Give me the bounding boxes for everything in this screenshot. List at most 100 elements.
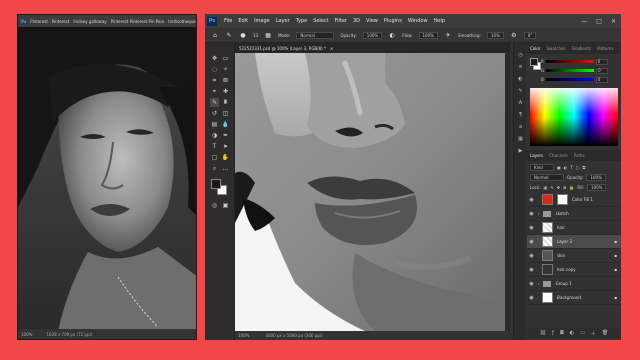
red-slider[interactable] <box>545 60 594 63</box>
home-icon[interactable]: ⌂ <box>211 31 219 39</box>
smoothing-field[interactable]: 10% <box>486 31 504 39</box>
menu-help[interactable]: Help <box>431 18 448 24</box>
layer-row-color-fill[interactable]: ◉ Color Fill 1 <box>527 193 621 207</box>
lock-pixels-icon[interactable]: ✎ <box>550 185 553 190</box>
filter-type-icon[interactable]: T <box>570 165 572 170</box>
layer-name[interactable]: hair copy <box>557 267 576 272</box>
menu-select[interactable]: Select <box>310 18 331 24</box>
layer-opacity-field[interactable]: 100% <box>586 173 606 181</box>
visibility-eye-icon[interactable]: ◉ <box>527 253 536 259</box>
reference-tab[interactable]: Pinterest · Pinterest <box>30 19 69 24</box>
dodge-tool-icon[interactable]: ◑ <box>210 131 219 140</box>
menu-plugins[interactable]: Plugins <box>381 18 405 24</box>
lock-transparency-icon[interactable]: ▦ <box>543 185 547 190</box>
quick-mask-icon[interactable]: ◎ <box>210 201 219 210</box>
lasso-tool-icon[interactable]: ◌ <box>210 65 219 74</box>
foreground-color-swatch[interactable] <box>211 179 221 189</box>
artboard-tool-icon[interactable]: ▭ <box>221 54 230 63</box>
layer-name[interactable]: Background <box>557 295 581 300</box>
new-layer-icon[interactable]: ＋ <box>591 330 596 337</box>
brush-settings-icon[interactable]: ▦ <box>264 31 272 39</box>
pen-tool-icon[interactable]: ✒ <box>221 131 230 140</box>
reference-tab[interactable]: Pinterest Pinterest Pin Poin <box>111 19 165 24</box>
color-fg-swatch[interactable] <box>530 58 538 66</box>
tab-channels[interactable]: Channels <box>549 153 568 158</box>
actions-panel-icon[interactable]: ▶ <box>517 147 524 154</box>
mode-select[interactable]: Normal <box>296 31 335 39</box>
tab-gradients[interactable]: Gradients <box>572 46 592 51</box>
eraser-icon[interactable]: ◫ <box>221 109 230 118</box>
smoothing-settings-icon[interactable]: ⚙ <box>510 31 518 39</box>
history-brush-icon[interactable]: ↺ <box>210 109 219 118</box>
close-button[interactable]: ✕ <box>611 18 616 25</box>
link-layers-icon[interactable]: ⛓ <box>540 330 546 336</box>
layer-name[interactable]: hair <box>557 225 565 230</box>
crop-tool-icon[interactable]: ⌗ <box>210 76 219 85</box>
lock-all-icon[interactable]: 🔒 <box>569 185 574 190</box>
frame-tool-icon[interactable]: ⊠ <box>221 76 230 85</box>
menu-view[interactable]: View <box>363 18 381 24</box>
angle-field[interactable]: 0° <box>523 31 537 39</box>
menu-type[interactable]: Type <box>293 18 310 24</box>
lock-artboard-icon[interactable]: ⊠ <box>563 185 566 190</box>
minimize-button[interactable]: — <box>581 18 587 25</box>
brush-tool-icon[interactable]: ✎ <box>210 98 219 107</box>
layer-row-skin[interactable]: ◉ skin ▪ <box>527 249 621 263</box>
visibility-eye-icon[interactable]: ◉ <box>527 281 536 287</box>
layer-style-icon[interactable]: ƒ <box>552 330 554 336</box>
canvas[interactable] <box>235 53 505 331</box>
document-tab[interactable]: 522522331.psd @ 100% (Layer 3, RGB/8) * … <box>235 43 510 53</box>
layer-name[interactable]: Color Fill 1 <box>572 197 593 202</box>
move-tool-icon[interactable]: ✥ <box>210 54 219 63</box>
visibility-eye-icon[interactable]: ◉ <box>527 267 536 273</box>
visibility-eye-icon[interactable]: ◉ <box>527 225 536 231</box>
visibility-eye-icon[interactable]: ◉ <box>527 239 536 245</box>
layer-name[interactable]: sketch <box>556 211 569 216</box>
menu-edit[interactable]: Edit <box>235 18 251 24</box>
add-mask-icon[interactable]: ◘ <box>560 330 564 336</box>
adjustments-panel-icon[interactable]: ◐ <box>517 75 524 82</box>
layer-row-hair[interactable]: ◉ hair <box>527 221 621 235</box>
rectangle-tool-icon[interactable]: ▢ <box>210 153 219 162</box>
tab-patterns[interactable]: Patterns <box>597 46 613 51</box>
history-panel-icon[interactable]: ◷ <box>517 51 524 58</box>
layer-name[interactable]: Group 1 <box>556 281 572 286</box>
color-spectrum[interactable] <box>530 88 618 146</box>
layer-name[interactable]: Layer 3 <box>557 239 572 244</box>
flow-field[interactable]: 100% <box>418 31 438 39</box>
pressure-opacity-icon[interactable]: ◐ <box>388 31 396 39</box>
type-tool-icon[interactable]: T <box>210 142 219 151</box>
layer-row-background[interactable]: ◉ Background ▪ <box>527 291 621 305</box>
tab-swatches[interactable]: Swatches <box>546 46 565 51</box>
blend-mode-select[interactable]: Normal <box>530 173 564 181</box>
more-tools-icon[interactable]: … <box>221 164 230 173</box>
chevron-right-icon[interactable]: › <box>538 211 540 216</box>
hand-tool-icon[interactable]: ✋ <box>221 153 230 162</box>
visibility-eye-icon[interactable]: ◉ <box>527 295 536 301</box>
green-value[interactable]: 0 <box>596 67 609 74</box>
menu-3d[interactable]: 3D <box>350 18 363 24</box>
menu-image[interactable]: Image <box>251 18 273 24</box>
blue-value[interactable]: 0 <box>595 76 608 83</box>
blur-tool-icon[interactable]: 💧 <box>221 120 230 129</box>
menu-window[interactable]: Window <box>405 18 431 24</box>
green-slider[interactable] <box>546 69 595 72</box>
filter-pixel-icon[interactable]: ▣ <box>557 165 561 170</box>
opacity-field[interactable]: 100% <box>362 31 383 39</box>
menu-layer[interactable]: Layer <box>273 18 293 24</box>
gradient-tool-icon[interactable]: ▤ <box>210 120 219 129</box>
visibility-eye-icon[interactable]: ◉ <box>527 211 536 217</box>
filter-shape-icon[interactable]: ▢ <box>576 165 580 170</box>
filter-adjustment-icon[interactable]: ◐ <box>564 165 568 170</box>
brushes-panel-icon[interactable]: ✎ <box>517 87 524 94</box>
reference-tab[interactable]: lindsey galloway <box>73 19 106 24</box>
glyphs-panel-icon[interactable]: a <box>517 123 524 130</box>
tab-color[interactable]: Color <box>530 46 540 51</box>
eyedropper-icon[interactable]: ⌖ <box>210 87 219 96</box>
layer-row-hair-copy[interactable]: ◉ hair copy ▪ <box>527 263 621 277</box>
layer-row-group-1[interactable]: ◉ › Group 1 <box>527 277 621 291</box>
blue-slider[interactable] <box>545 78 594 81</box>
lock-position-icon[interactable]: ✥ <box>557 185 560 190</box>
adjustment-layer-icon[interactable]: ◐ <box>570 330 574 336</box>
filter-smart-icon[interactable]: ⧉ <box>583 165 586 170</box>
